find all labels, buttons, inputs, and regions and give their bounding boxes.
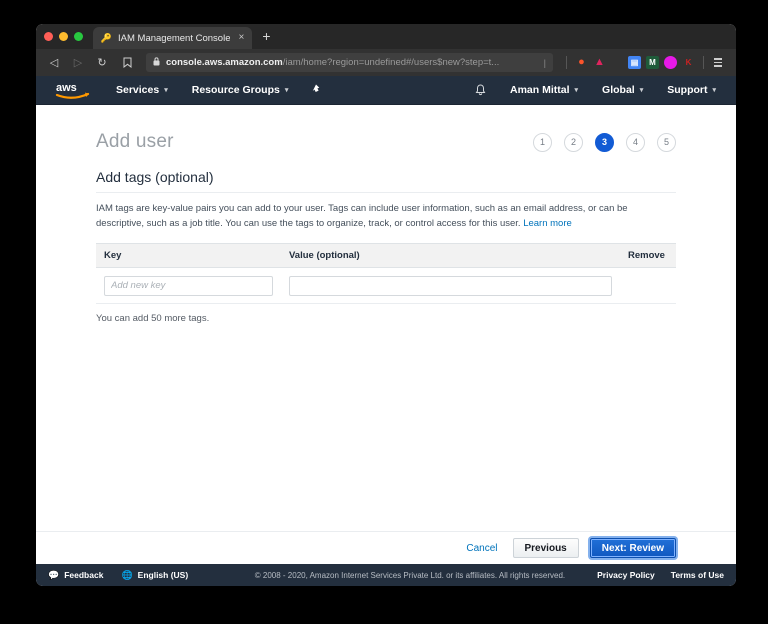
step-3[interactable]: 3	[595, 133, 614, 152]
window-traffic-lights	[44, 24, 93, 49]
language-selector[interactable]: 🌐 English (US)	[121, 570, 206, 580]
table-row	[96, 268, 676, 304]
toolbar-divider-2	[703, 56, 704, 69]
magenta-circle-extension-icon[interactable]	[664, 56, 677, 69]
chevron-down-icon: ▾	[164, 86, 168, 94]
toolbar-divider	[566, 56, 567, 69]
column-header-key: Key	[96, 244, 281, 268]
aws-global-navigation: aws Services ▾ Resource Groups ▾ Aman Mi…	[36, 76, 736, 105]
reload-icon[interactable]: ↻	[92, 53, 112, 73]
page-title: Add user	[96, 131, 174, 153]
column-header-value: Value (optional)	[281, 244, 620, 268]
column-header-remove: Remove	[620, 244, 676, 268]
globe-icon: 🌐	[121, 571, 132, 580]
tags-table-header-row: Key Value (optional) Remove	[96, 244, 676, 268]
nav-services-label: Services	[116, 84, 159, 96]
previous-button[interactable]: Previous	[513, 538, 579, 558]
url-host: console.aws.amazon.com	[166, 57, 283, 68]
chevron-down-icon-5: ▾	[712, 86, 716, 94]
bell-icon[interactable]	[463, 84, 498, 96]
lock-icon	[153, 57, 160, 68]
nav-region-menu[interactable]: Global ▾	[590, 76, 655, 105]
translate-extension-icon[interactable]: ▤	[628, 56, 641, 69]
tags-table-head: Key Value (optional) Remove	[96, 244, 676, 268]
nav-services[interactable]: Services ▾	[104, 76, 180, 105]
close-window-button[interactable]	[44, 32, 53, 41]
chevron-down-icon-4: ▾	[640, 86, 644, 94]
terms-of-use-link[interactable]: Terms of Use	[655, 570, 724, 580]
browser-tab-title: IAM Management Console	[118, 33, 230, 44]
step-4[interactable]: 4	[626, 133, 645, 152]
nav-account-menu[interactable]: Aman Mittal ▾	[498, 76, 590, 105]
brave-shield-icon[interactable]: ●	[575, 56, 588, 69]
feedback-label: Feedback	[64, 570, 103, 580]
cell-value	[281, 268, 620, 304]
browser-extensions: ● ▲ ▤ M K	[563, 56, 728, 69]
tags-table-body	[96, 268, 676, 304]
copyright-text: © 2008 - 2020, Amazon Internet Services …	[255, 571, 581, 580]
url-caret-icon: |	[544, 58, 546, 68]
nav-resource-groups[interactable]: Resource Groups ▾	[180, 76, 301, 105]
chevron-down-icon-2: ▾	[285, 86, 289, 94]
browser-tabstrip: 🔑 IAM Management Console × +	[36, 24, 736, 49]
tag-key-input[interactable]	[104, 276, 273, 296]
forward-icon[interactable]: ▷	[68, 53, 88, 73]
pin-icon[interactable]	[300, 84, 330, 96]
language-label: English (US)	[138, 570, 189, 580]
speech-bubble-icon: 💬	[48, 571, 59, 580]
url-text: console.aws.amazon.com/iam/home?region=u…	[166, 57, 499, 68]
learn-more-link[interactable]: Learn more	[523, 218, 572, 229]
step-5[interactable]: 5	[657, 133, 676, 152]
feedback-link[interactable]: 💬 Feedback	[48, 570, 121, 580]
nav-support-label: Support	[667, 84, 707, 96]
nav-account-label: Aman Mittal	[510, 84, 570, 96]
bookmark-icon[interactable]	[116, 57, 138, 68]
aws-nav-right: Aman Mittal ▾ Global ▾ Support ▾	[463, 76, 736, 105]
privacy-policy-link[interactable]: Privacy Policy	[581, 570, 655, 580]
aws-logo[interactable]: aws	[36, 80, 104, 100]
browser-toolbar: ◁ ▷ ↻ console.aws.amazon.com/iam/home?re…	[36, 49, 736, 76]
tag-count-text: You can add 50 more tags.	[96, 304, 676, 324]
warning-triangle-icon[interactable]: ▲	[593, 56, 606, 69]
metamask-extension-icon[interactable]: M	[646, 56, 659, 69]
next-review-button[interactable]: Next: Review	[590, 538, 676, 558]
aws-footer: 💬 Feedback 🌐 English (US) © 2008 - 2020,…	[36, 564, 736, 586]
browser-tab[interactable]: 🔑 IAM Management Console ×	[93, 27, 252, 49]
key-icon: 🔑	[101, 33, 112, 44]
nav-resource-groups-label: Resource Groups	[192, 84, 280, 96]
section-title: Add tags (optional)	[96, 157, 676, 193]
tags-table: Key Value (optional) Remove	[96, 243, 676, 304]
tag-value-input[interactable]	[289, 276, 612, 296]
nav-region-label: Global	[602, 84, 635, 96]
url-path: /iam/home?region=undefined#/users$new?st…	[283, 57, 500, 68]
address-bar[interactable]: console.aws.amazon.com/iam/home?region=u…	[146, 53, 553, 72]
step-indicator: 1 2 3 4 5	[533, 133, 676, 152]
chevron-down-icon-3: ▾	[575, 86, 579, 94]
section-description: IAM tags are key-value pairs you can add…	[96, 193, 676, 240]
browser-menu-icon[interactable]	[712, 58, 724, 67]
svg-text:aws: aws	[56, 82, 77, 94]
maximize-window-button[interactable]	[74, 32, 83, 41]
nav-support-menu[interactable]: Support ▾	[655, 76, 728, 105]
new-tab-button[interactable]: +	[252, 29, 278, 45]
page-content: Add user 1 2 3 4 5 Add tags (optional) I…	[36, 105, 736, 564]
cell-remove	[620, 268, 676, 304]
wizard-action-bar: Cancel Previous Next: Review	[36, 531, 736, 564]
minimize-window-button[interactable]	[59, 32, 68, 41]
browser-window: 🔑 IAM Management Console × + ◁ ▷ ↻ conso…	[36, 24, 736, 586]
cell-key	[96, 268, 281, 304]
page-scroll-area: Add user 1 2 3 4 5 Add tags (optional) I…	[36, 105, 736, 531]
back-icon[interactable]: ◁	[44, 53, 64, 73]
cancel-button[interactable]: Cancel	[462, 540, 501, 557]
step-1[interactable]: 1	[533, 133, 552, 152]
step-2[interactable]: 2	[564, 133, 583, 152]
page-header: Add user 1 2 3 4 5	[96, 105, 676, 157]
kite-extension-icon[interactable]: K	[682, 56, 695, 69]
close-icon[interactable]: ×	[236, 33, 246, 43]
